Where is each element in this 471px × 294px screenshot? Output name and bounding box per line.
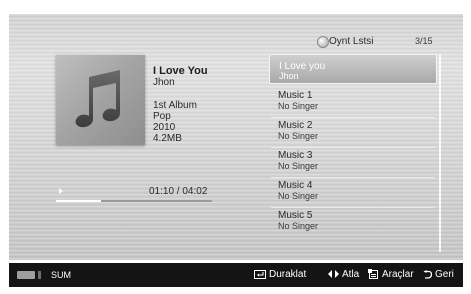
left-right-arrows-icon — [328, 270, 339, 279]
song-album: 1st Album — [153, 100, 197, 111]
playlist-item-title: Music 3 — [278, 150, 313, 161]
back-button[interactable]: Geri — [423, 269, 454, 280]
playlist-item[interactable]: Music 3 No Singer — [269, 148, 437, 178]
playlist-item[interactable]: Music 4 No Singer — [269, 178, 437, 208]
playlist-item-title: Music 1 — [278, 90, 313, 101]
disc-icon — [317, 36, 329, 48]
playback-time: 01:10 / 04:02 — [149, 186, 208, 197]
playlist-scrollbar[interactable] — [439, 54, 441, 252]
skip-label: Atla — [342, 269, 360, 280]
tools-icon — [368, 269, 378, 280]
playlist-item-artist: No Singer — [278, 221, 319, 231]
playlist-label: Oynt Lstsi — [329, 36, 374, 47]
play-icon — [59, 188, 63, 194]
playlist-item[interactable]: Music 5 No Singer — [269, 208, 437, 238]
playlist-item-artist: No Singer — [278, 161, 319, 171]
playlist-item-artist: Jhon — [279, 71, 299, 81]
progress-bar[interactable] — [56, 200, 212, 202]
playlist-item-artist: No Singer — [278, 101, 319, 111]
back-label: Geri — [435, 269, 454, 280]
playlist-item[interactable]: Music 2 No Singer — [269, 118, 437, 148]
album-cover — [56, 55, 145, 145]
pause-button[interactable]: Duraklat — [254, 269, 306, 280]
remote-button-icon — [38, 271, 41, 279]
music-note-icon — [75, 70, 120, 128]
pause-label: Duraklat — [269, 269, 307, 280]
song-size: 4.2MB — [153, 133, 182, 144]
song-genre: Pop — [153, 111, 171, 122]
skip-button[interactable]: Atla — [328, 269, 359, 280]
playlist-item[interactable]: I Love you Jhon — [269, 54, 437, 84]
progress-fill — [56, 200, 102, 202]
enter-icon — [254, 269, 266, 279]
playlist-item[interactable]: Music 1 No Singer — [269, 88, 437, 118]
playlist-item-title: Music 2 — [278, 120, 313, 131]
remote-button-icon — [17, 271, 35, 279]
playlist-item-title: Music 4 — [278, 180, 313, 191]
sum-label: SUM — [51, 270, 71, 280]
tools-label: Araçlar — [382, 269, 414, 280]
playlist-item-artist: No Singer — [278, 131, 319, 141]
tools-button[interactable]: Araçlar — [368, 269, 414, 280]
bottom-control-bar: SUM Duraklat Atla Araçlar Geri — [9, 263, 463, 287]
song-year: 2010 — [153, 122, 176, 133]
return-icon — [423, 269, 432, 279]
music-player-screen: I Love You Jhon 1st Album Pop 2010 4.2MB… — [9, 14, 463, 260]
playlist-count: 3/15 — [415, 36, 433, 46]
song-title: I Love You — [153, 65, 208, 77]
song-artist: Jhon — [153, 77, 175, 88]
playlist-item-title: Music 5 — [278, 210, 313, 221]
playlist-item-artist: No Singer — [278, 191, 319, 201]
